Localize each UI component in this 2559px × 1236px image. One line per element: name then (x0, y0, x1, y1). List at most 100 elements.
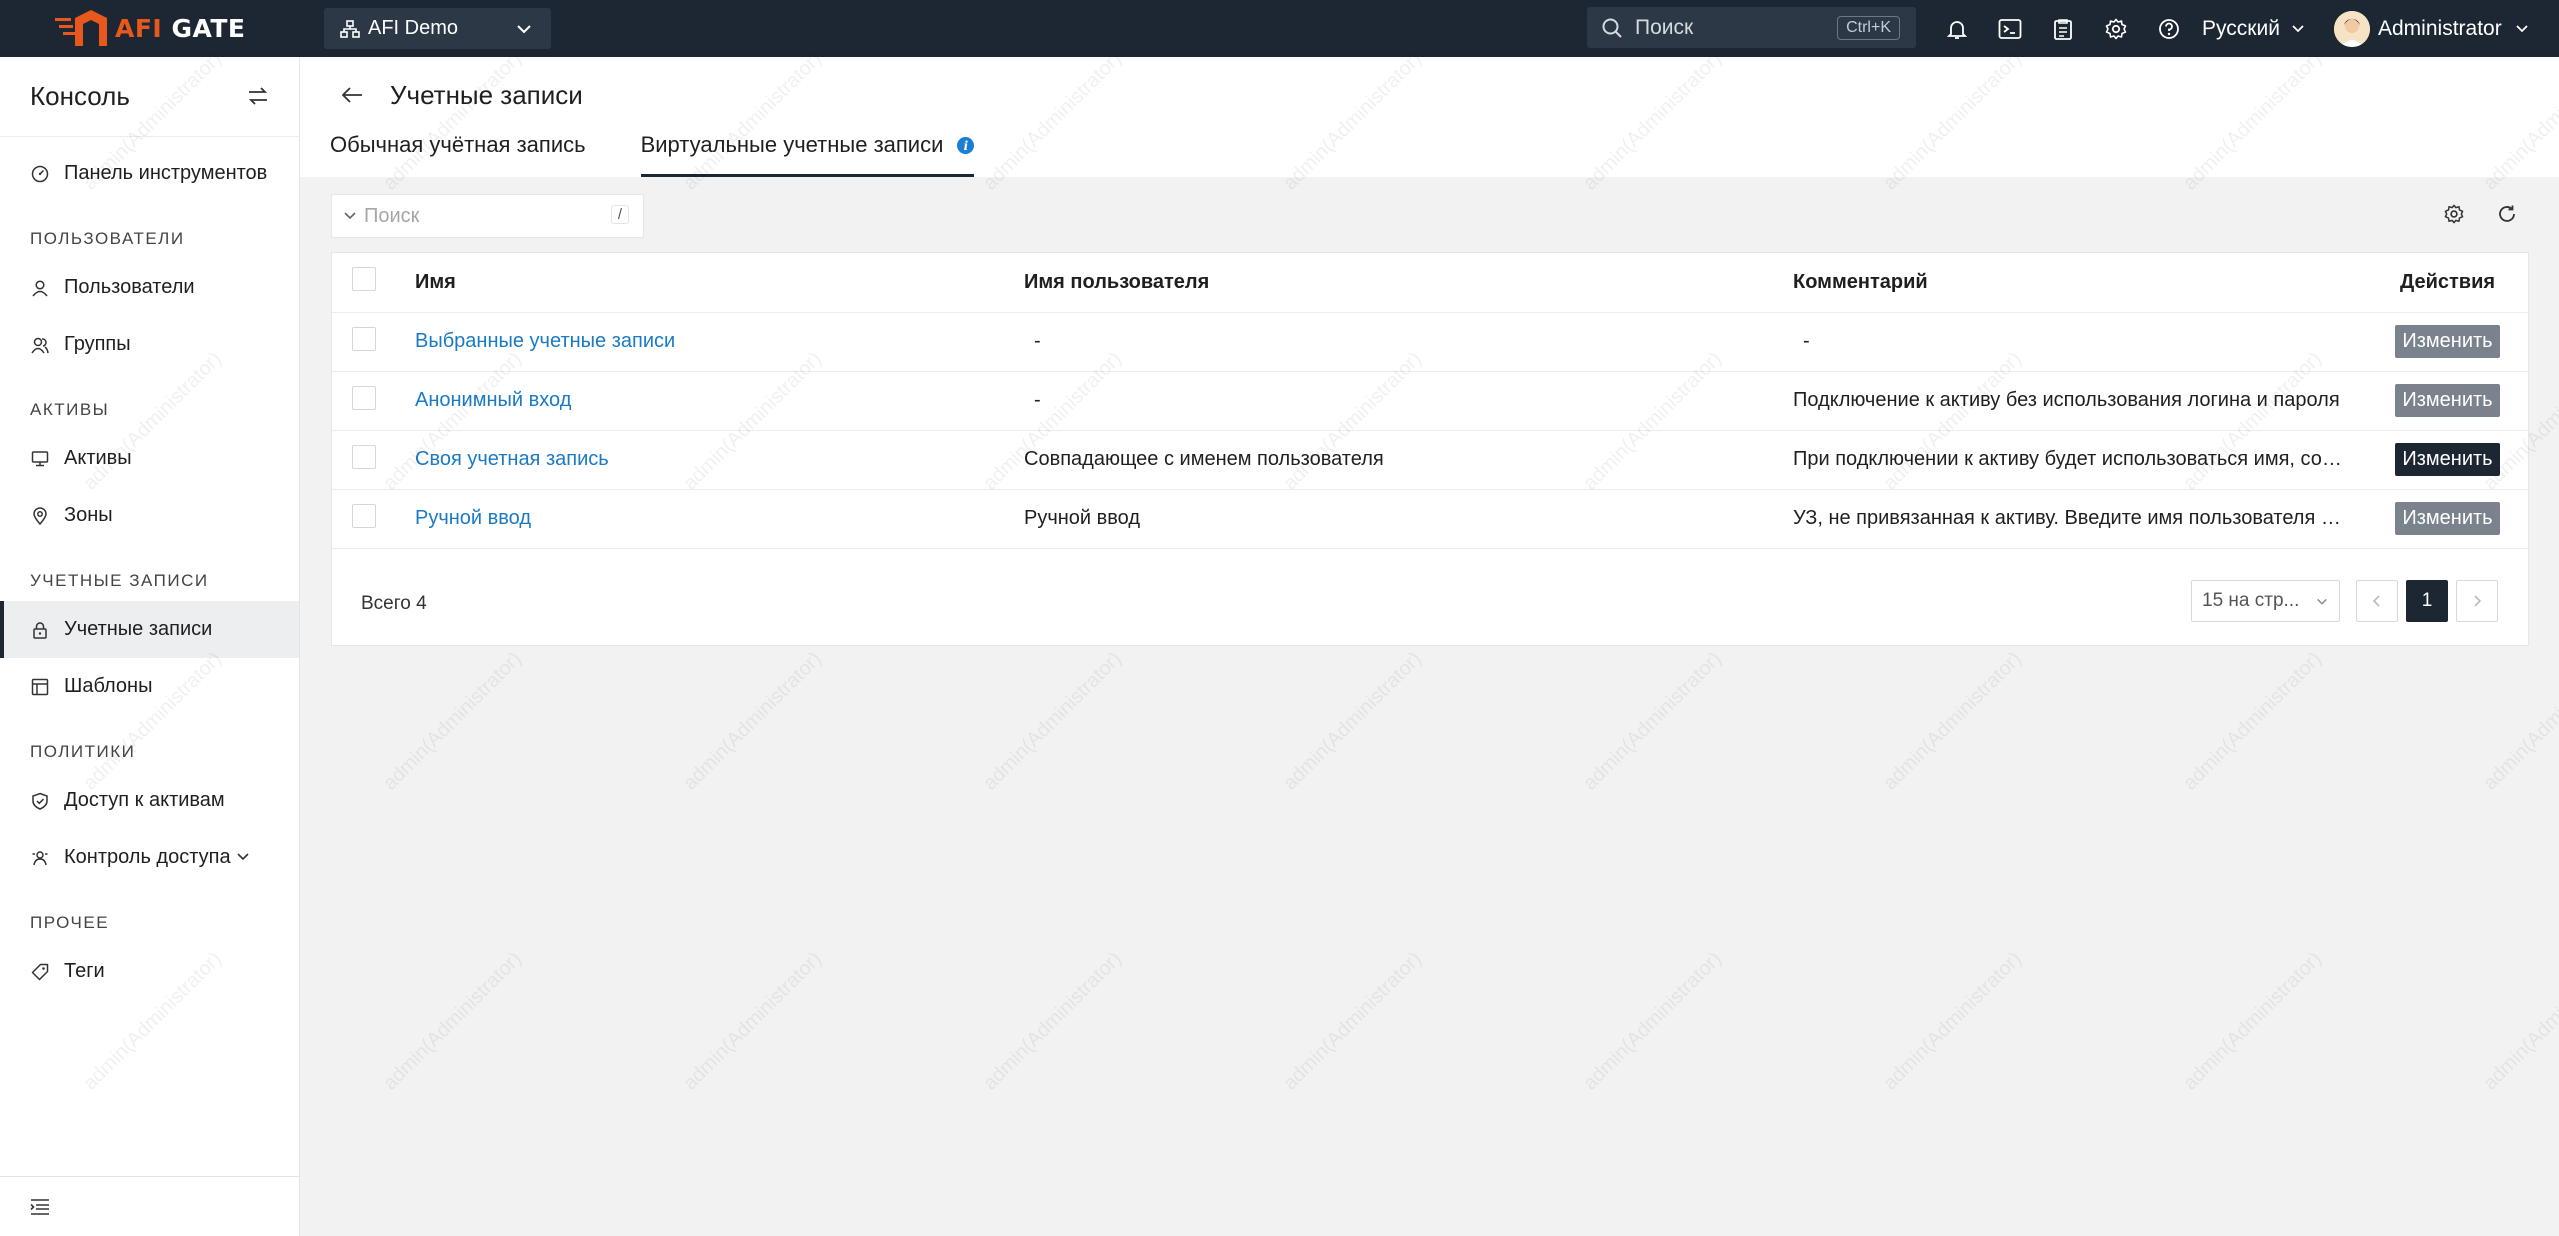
settings-button[interactable] (2089, 0, 2142, 57)
account-name-link[interactable]: Своя учетная запись (415, 448, 609, 470)
table-search-input[interactable]: Поиск / (331, 194, 644, 238)
global-search[interactable]: Поиск Ctrl+K (1587, 7, 1916, 48)
watermark-text: admin(Administrator) (1279, 947, 1426, 1095)
sidebar-item-label: Панель инструментов (64, 162, 268, 184)
watermark-text: admin(Administrator) (2179, 947, 2326, 1095)
logo-gate-text: GATE (171, 13, 246, 43)
watermark-text: admin(Administrator) (1579, 947, 1726, 1095)
account-name-link[interactable]: Анонимный вход (415, 389, 571, 411)
shield-check-icon (32, 792, 48, 810)
avatar (2334, 10, 2370, 47)
sidebar-item-dashboard[interactable]: Панель инструментов (0, 145, 299, 202)
tasks-button[interactable] (2036, 0, 2089, 57)
org-tree-icon (340, 19, 360, 38)
sidebar-item-label: Группы (64, 333, 131, 355)
page-button-current[interactable]: 1 (2406, 580, 2448, 622)
user-avatar-icon (2334, 10, 2370, 47)
table-settings-icon[interactable] (2444, 204, 2464, 224)
row-checkbox[interactable] (352, 385, 376, 410)
select-all-checkbox[interactable] (352, 267, 376, 292)
page-size-select[interactable]: 15 на стр... (2191, 580, 2340, 622)
access-control-icon (32, 850, 48, 865)
refresh-icon[interactable] (2497, 204, 2517, 224)
pagination: 15 на стр... 1 (2191, 580, 2498, 622)
global-search-placeholder: Поиск (1635, 15, 1694, 39)
help-icon (2158, 18, 2179, 39)
info-icon[interactable]: i (957, 137, 975, 154)
table-row: Выбранные учетные записи - - Изменить (332, 312, 2530, 372)
chevron-down-icon (2317, 598, 2327, 605)
section-policies: ПОЛИТИКИ (30, 742, 136, 761)
section-assets: АКТИВЫ (30, 400, 110, 419)
sidebar-item-users[interactable]: Пользователи (0, 259, 299, 316)
language-select[interactable]: Русский (2202, 0, 2306, 57)
tab-regular-accounts[interactable]: Обычная учётная запись (330, 132, 586, 177)
sidebar-item-templates[interactable]: Шаблоны (0, 658, 299, 715)
edit-button[interactable]: Изменить (2395, 443, 2500, 476)
sidebar-item-groups[interactable]: Группы (0, 316, 299, 373)
notifications-button[interactable] (1930, 0, 1983, 57)
top-bar: AFI GATE AFI Demo Поиск Ctrl+K Русский A… (0, 0, 2559, 57)
sidebar-item-label: Учетные записи (64, 618, 213, 640)
chevron-down-icon (2516, 24, 2528, 32)
accounts-table-card: Имя Имя пользователя Комментарий Действи… (331, 252, 2530, 646)
sidebar-item-access-control[interactable]: Контроль доступа (0, 829, 299, 886)
username-cell: - (1024, 312, 1793, 372)
help-button[interactable] (2142, 0, 2195, 57)
sidebar-item-assets[interactable]: Активы (0, 430, 299, 487)
table-search-placeholder: Поиск (364, 204, 420, 227)
swap-arrows-icon[interactable] (247, 85, 269, 107)
watermark-text: admin(Administrator) (679, 647, 826, 795)
search-shortcut-badge: Ctrl+K (1837, 16, 1900, 40)
gear-icon (2105, 18, 2126, 39)
chevron-left-icon (2372, 595, 2380, 607)
top-icon-group (1930, 0, 2195, 57)
location-pin-icon (33, 506, 47, 525)
table-header-row: Имя Имя пользователя Комментарий Действи… (332, 253, 2530, 313)
column-header-name[interactable]: Имя (415, 253, 1024, 313)
account-name-link[interactable]: Выбранные учетные записи (415, 330, 675, 352)
edit-button[interactable]: Изменить (2395, 325, 2500, 358)
tab-label: Виртуальные учетные записи (640, 132, 944, 157)
sidebar-item-zones[interactable]: Зоны (0, 487, 299, 544)
collapse-sidebar-button[interactable] (0, 1176, 299, 1236)
terminal-button[interactable] (1983, 0, 2036, 57)
table-row: Анонимный вход - Подключение к активу бе… (332, 371, 2530, 431)
watermark-text: admin(Administrator) (379, 947, 526, 1095)
section-accounts: УЧЕТНЫЕ ЗАПИСИ (30, 571, 209, 590)
back-arrow-icon[interactable] (340, 85, 364, 105)
prev-page-button[interactable] (2356, 580, 2398, 622)
row-checkbox[interactable] (352, 503, 376, 528)
user-menu[interactable]: Administrator (2334, 0, 2530, 57)
tag-icon (31, 963, 49, 980)
afi-gate-logo[interactable]: AFI GATE (55, 10, 246, 46)
table-row: Ручной ввод Ручной ввод УЗ, не привязанн… (332, 489, 2530, 549)
account-name-link[interactable]: Ручной ввод (415, 507, 531, 529)
user-name: Administrator (2378, 16, 2502, 40)
page-title: Учетные записи (390, 80, 583, 110)
sidebar-item-tags[interactable]: Теги (0, 943, 299, 1000)
sidebar-item-label: Контроль доступа (64, 846, 231, 868)
row-checkbox[interactable] (352, 444, 376, 469)
section-other: ПРОЧЕЕ (30, 913, 110, 932)
row-checkbox[interactable] (352, 326, 376, 351)
edit-button[interactable]: Изменить (2395, 502, 2500, 535)
sidebar-item-label: Пользователи (64, 276, 195, 298)
edit-button[interactable]: Изменить (2395, 384, 2500, 417)
logo-afi-text: AFI (115, 13, 163, 43)
column-header-username[interactable]: Имя пользователя (1024, 253, 1793, 313)
logo-icon (55, 10, 107, 46)
chevron-down-icon (2292, 24, 2304, 32)
chevron-down-icon (237, 853, 249, 861)
tab-virtual-accounts[interactable]: Виртуальные учетные записи i (640, 132, 975, 177)
watermark-text: admin(Administrator) (1579, 647, 1726, 795)
chevron-down-icon[interactable] (342, 208, 358, 224)
organization-select[interactable]: AFI Demo (324, 8, 551, 49)
next-page-button[interactable] (2456, 580, 2498, 622)
section-users: ПОЛЬЗОВАТЕЛИ (30, 229, 185, 248)
sidebar-item-label: Доступ к активам (64, 789, 225, 811)
sidebar-item-accounts[interactable]: Учетные записи (0, 601, 299, 658)
column-header-comment[interactable]: Комментарий (1793, 253, 2365, 313)
sidebar-item-label: Зоны (64, 504, 113, 526)
sidebar-item-asset-access[interactable]: Доступ к активам (0, 772, 299, 829)
